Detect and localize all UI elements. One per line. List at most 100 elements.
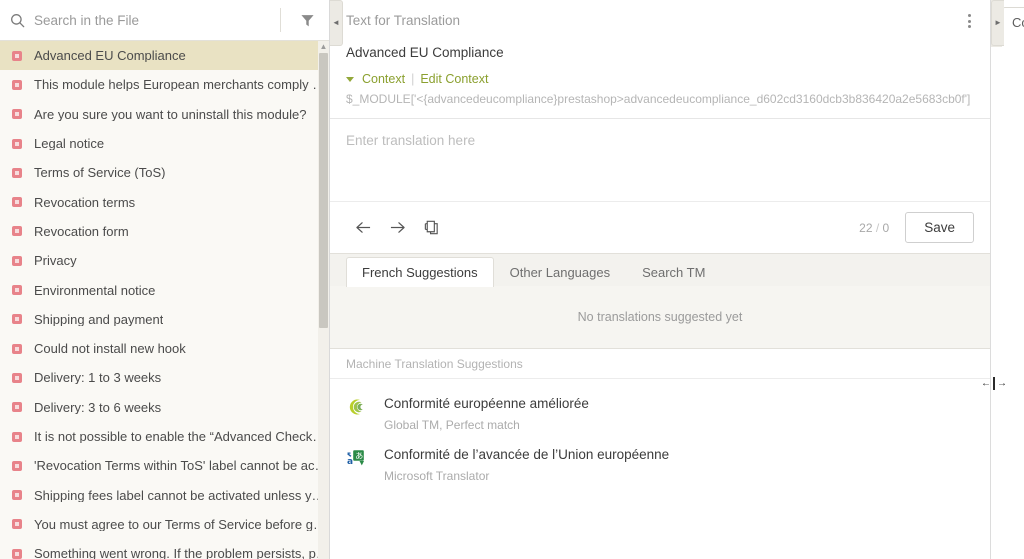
arrow-right-icon[interactable] <box>380 211 414 245</box>
arrow-left-icon[interactable] <box>346 211 380 245</box>
unit-list-item-label: Advanced EU Compliance <box>34 49 186 63</box>
unit-list-item[interactable]: Environmental notice <box>0 275 329 304</box>
unit-state-marker-icon <box>12 519 22 530</box>
tab-french-suggestions[interactable]: French Suggestions <box>346 257 494 287</box>
context-toggle[interactable]: Context <box>362 72 405 86</box>
machine-translation-source: Microsoft Translator <box>384 469 490 483</box>
unit-state-marker-icon <box>12 285 22 296</box>
machine-translation-source: Global TM, Perfect match <box>384 418 520 432</box>
left-panel-collapse-handle[interactable]: ◄ <box>330 0 343 46</box>
source-panel-title: Text for Translation <box>346 13 461 28</box>
unit-list-item-label: Delivery: 1 to 3 weeks <box>34 371 162 385</box>
unit-list-item[interactable]: Terms of Service (ToS) <box>0 158 329 187</box>
unit-list-item[interactable]: Could not install new hook <box>0 334 329 363</box>
translation-input[interactable] <box>346 133 974 201</box>
unit-list-item[interactable]: Shipping fees label cannot be activated … <box>0 480 329 509</box>
tab-search-tm[interactable]: Search TM <box>626 257 721 287</box>
splitter-right-arrow: → <box>997 377 1007 389</box>
suggestions-empty-state: No translations suggested yet <box>330 286 990 349</box>
unit-state-marker-icon <box>12 138 22 149</box>
unit-list-item-label: Revocation form <box>34 224 129 238</box>
unit-list-item-label: It is not possible to enable the “Advanc… <box>34 430 329 443</box>
unit-list-item-label: Could not install new hook <box>34 342 186 356</box>
context-separator: | <box>411 72 415 86</box>
unit-list-item-label: Shipping fees label cannot be activated … <box>34 488 329 502</box>
edit-context-link[interactable]: Edit Context <box>420 72 488 86</box>
unit-list-item[interactable]: Delivery: 1 to 3 weeks <box>0 363 329 392</box>
unit-list-item[interactable]: Advanced EU Compliance <box>0 41 329 71</box>
right-panel-tab[interactable]: Co <box>1002 7 1024 34</box>
copy-source-icon[interactable] <box>414 211 448 245</box>
panel-splitter-handle[interactable]: ← → <box>977 373 1011 393</box>
unit-state-marker-icon <box>12 50 22 61</box>
search-icon <box>0 13 34 28</box>
unit-state-marker-icon <box>12 197 22 208</box>
unit-list-item[interactable]: Shipping and payment <box>0 305 329 334</box>
scroll-up-icon[interactable]: ▲ <box>318 43 329 51</box>
machine-translation-text: Conformité européenne améliorée <box>384 396 589 411</box>
splitter-bar <box>992 376 996 390</box>
source-header: Text for Translation Advanced EU Complia… <box>330 0 990 118</box>
context-value: $_MODULE['<{advancedeucompliance}prestas… <box>346 92 971 106</box>
unit-list-item[interactable]: This module helps European merchants com… <box>0 70 329 99</box>
scrollbar-thumb[interactable] <box>319 53 328 328</box>
unit-list-item-label: Are you sure you want to uninstall this … <box>34 107 307 121</box>
unit-state-marker-icon <box>12 548 22 559</box>
unit-list-item[interactable]: Revocation form <box>0 217 329 246</box>
unit-list-item-label: Legal notice <box>34 137 105 151</box>
unit-state-marker-icon <box>12 372 22 383</box>
unit-list-item[interactable]: Delivery: 3 to 6 weeks <box>0 393 329 422</box>
search-input[interactable] <box>34 12 280 28</box>
unit-list-item-label: Revocation terms <box>34 195 136 209</box>
unit-list-item[interactable]: Are you sure you want to uninstall this … <box>0 100 329 129</box>
right-side-panel: ► Co <box>990 0 1024 559</box>
unit-list-item[interactable]: It is not possible to enable the “Advanc… <box>0 422 329 451</box>
right-panel-collapse-handle[interactable]: ► <box>991 0 1004 46</box>
unit-state-marker-icon <box>12 490 22 501</box>
svg-text:a: a <box>347 457 353 467</box>
counter-current: 22 <box>859 220 873 235</box>
unit-list-item-label: 'Revocation Terms within ToS' label cann… <box>34 459 329 473</box>
unit-list-scrollbar[interactable]: ▲ <box>318 41 329 559</box>
unit-list-item[interactable]: 'Revocation Terms within ToS' label cann… <box>0 451 329 480</box>
svg-text:あ: あ <box>355 452 363 461</box>
unit-list-item-label: Terms of Service (ToS) <box>34 166 166 180</box>
editor-toolbar: 22 / 0 Save <box>330 201 990 253</box>
unit-state-marker-icon <box>12 167 22 178</box>
suggestion-tabs: French Suggestions Other Languages Search … <box>330 253 990 287</box>
counter-separator: / <box>875 220 880 235</box>
caret-down-icon[interactable] <box>346 76 354 82</box>
source-title-row: Text for Translation <box>346 0 974 41</box>
chevron-left-icon: ◄ <box>332 18 340 27</box>
unit-state-marker-icon <box>12 343 22 354</box>
unit-state-marker-icon <box>12 460 22 471</box>
save-button[interactable]: Save <box>905 212 974 243</box>
unit-list-item[interactable]: Revocation terms <box>0 187 329 216</box>
unit-state-marker-icon <box>12 314 22 325</box>
source-text: Advanced EU Compliance <box>346 45 504 60</box>
main-translation-panel: Text for Translation Advanced EU Complia… <box>330 0 990 559</box>
machine-translation-item[interactable]: Conformité européenne améliorée Global TM… <box>330 387 990 438</box>
unit-list-item-label: Environmental notice <box>34 283 156 297</box>
machine-translation-item[interactable]: a あ Conformité de l’avancée de l’Union eur… <box>330 438 990 489</box>
empty-suggestions-message: No translations suggested yet <box>577 310 743 324</box>
character-counter: 22 / 0 <box>859 221 889 235</box>
unit-state-marker-icon <box>12 402 22 413</box>
unit-list-item[interactable]: Privacy <box>0 246 329 275</box>
unit-list-item[interactable]: Legal notice <box>0 129 329 158</box>
unit-list-item-label: Shipping and payment <box>34 312 164 326</box>
machine-translation-list: Conformité européenne améliorée Global TM… <box>330 379 990 489</box>
translation-editor-app: Advanced EU Compliance This module helps … <box>0 0 1024 559</box>
chevron-right-icon: ► <box>994 18 1002 27</box>
unit-list[interactable]: Advanced EU Compliance This module helps … <box>0 41 329 559</box>
kebab-menu-icon[interactable] <box>956 8 982 34</box>
unit-list-item[interactable]: Something went wrong. If the problem per… <box>0 539 329 559</box>
counter-total: 0 <box>882 220 890 235</box>
unit-state-marker-icon <box>12 79 22 90</box>
tab-other-languages[interactable]: Other Languages <box>494 257 626 287</box>
unit-list-item[interactable]: You must agree to our Terms of Service b… <box>0 510 329 539</box>
unit-state-marker-icon <box>12 226 22 237</box>
unit-list-item-label: You must agree to our Terms of Service b… <box>34 517 329 531</box>
translation-area <box>330 119 990 201</box>
filter-icon[interactable] <box>285 0 329 40</box>
